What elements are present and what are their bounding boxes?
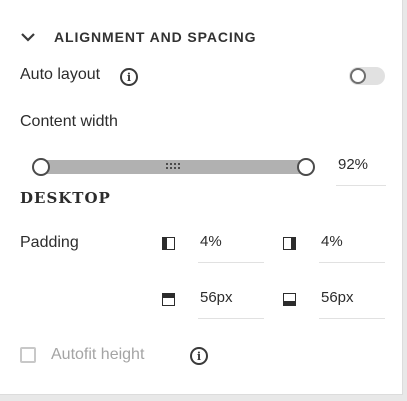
info-icon[interactable]: i [190,347,208,365]
padding-right-icon [283,237,296,250]
padding-left-field[interactable]: 4% [198,233,264,263]
autofit-label: Autofit height [51,346,145,363]
padding-right-field[interactable]: 4% [319,233,385,263]
info-icon[interactable]: i [120,68,138,86]
autofit-checkbox[interactable] [20,347,36,363]
padding-top-icon [162,293,175,306]
padding-bottom-field[interactable]: 56px [319,289,385,319]
content-width-value[interactable]: 92% [336,156,386,186]
alignment-spacing-panel: ALIGNMENT AND SPACING Auto layout i Cont… [0,0,403,395]
padding-left-icon [162,237,175,250]
toggle-knob [350,68,366,84]
section-header[interactable]: ALIGNMENT AND SPACING [20,26,256,48]
content-width-label: Content width [20,113,118,130]
section-title: ALIGNMENT AND SPACING [54,29,257,45]
slider-end-handle[interactable] [297,158,315,176]
auto-layout-label: Auto layout [20,66,101,83]
grip-dots-icon[interactable] [166,163,182,171]
padding-bottom-icon [283,293,296,306]
padding-top-field[interactable]: 56px [198,289,264,319]
auto-layout-toggle[interactable] [349,67,385,85]
padding-label: Padding [20,234,79,251]
content-width-slider[interactable] [40,160,308,174]
slider-start-handle[interactable] [32,158,50,176]
chevron-down-icon[interactable] [20,29,36,45]
device-label: DESKTOP [20,189,111,207]
